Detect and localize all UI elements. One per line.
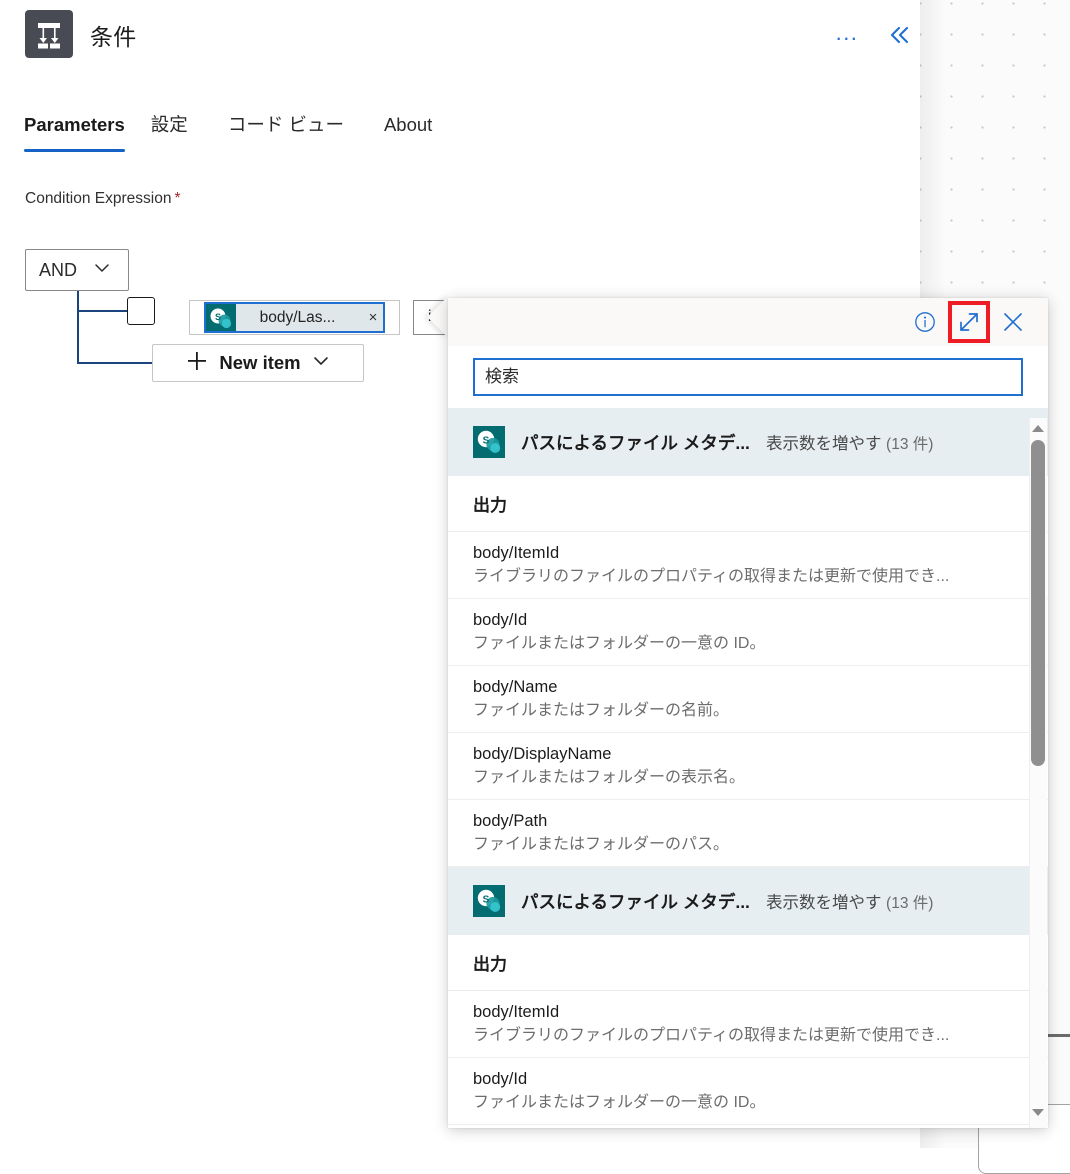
list-item[interactable]: body/DisplayName ファイルまたはフォルダーの表示名。: [448, 733, 1048, 800]
list-item[interactable]: body/Id ファイルまたはフォルダーの一意の ID。: [448, 1058, 1048, 1125]
plus-icon: [186, 350, 208, 377]
list-item-name: body/Id: [473, 611, 528, 629]
tab-code-view[interactable]: コード ビュー: [228, 112, 358, 138]
condition-group-operator-dropdown[interactable]: AND: [25, 249, 129, 291]
group-title: パスによるファイル メタデ...: [521, 432, 750, 453]
tree-line-branch-row: [77, 310, 127, 312]
list-item-name: body/Name: [473, 678, 558, 696]
info-icon[interactable]: [902, 302, 948, 342]
list-item[interactable]: body/ItemId ライブラリのファイルのプロパティの取得または更新で使用で…: [448, 532, 1048, 599]
list-item-description: ファイルまたはフォルダーの一意の ID。: [473, 1094, 766, 1111]
list-item-name: body/DisplayName: [473, 745, 612, 763]
list-item-name: body/Id: [473, 1070, 528, 1088]
list-item-description: ファイルまたはフォルダーのパス。: [473, 836, 730, 853]
sharepoint-icon: S: [206, 304, 236, 331]
group-see-more-label: 表示数を増やす: [765, 894, 882, 912]
group-see-more-link[interactable]: 表示数を増やす (13 件): [766, 889, 933, 913]
tab-settings[interactable]: 設定: [151, 112, 202, 138]
svg-text:S: S: [483, 436, 490, 447]
group-count: (13 件): [886, 895, 934, 912]
list-item-description: ファイルまたはフォルダーの一意の ID。: [473, 635, 766, 652]
group-title: パスによるファイル メタデ...: [521, 891, 750, 912]
list-item[interactable]: body/Name ファイルまたはフォルダーの名前。: [448, 666, 1048, 733]
token-remove-icon[interactable]: ×: [363, 309, 383, 326]
required-marker: *: [174, 190, 181, 207]
collapse-panel-icon[interactable]: [884, 20, 914, 50]
dynamic-content-group-header[interactable]: S パスによるファイル メタデ... 表示数を増やす (13 件): [448, 408, 1048, 476]
group-count: (13 件): [886, 436, 934, 453]
more-options-icon[interactable]: ...: [832, 20, 862, 50]
dynamic-content-group-header[interactable]: S パスによるファイル メタデ... 表示数を増やす (13 件): [448, 867, 1048, 935]
sharepoint-icon: S: [473, 885, 505, 917]
condition-expression-label-text: Condition Expression: [25, 190, 172, 207]
condition-group-operator-value: AND: [39, 259, 78, 280]
group-see-more-link[interactable]: 表示数を増やす (13 件): [766, 430, 933, 454]
tab-parameters[interactable]: Parameters: [24, 112, 125, 152]
list-item[interactable]: body/Id ファイルまたはフォルダーの一意の ID。: [448, 599, 1048, 666]
dynamic-content-callout: S パスによるファイル メタデ... 表示数を増やす (13 件) 出力 bod…: [448, 298, 1048, 1128]
condition-left-operand-field[interactable]: S body/Las... ×: [189, 300, 400, 335]
tree-line-branch-newitem: [77, 362, 153, 364]
list-item-description: ファイルまたはフォルダーの表示名。: [473, 769, 746, 786]
list-item-description: ライブラリのファイルのプロパティの取得または更新で使用でき...: [473, 568, 950, 585]
close-icon[interactable]: [990, 302, 1036, 342]
callout-scrollbar-thumb[interactable]: [1031, 440, 1045, 766]
group-see-more-label: 表示数を増やす: [765, 435, 882, 453]
callout-search-area: [448, 346, 1048, 408]
sharepoint-icon: S: [473, 426, 505, 458]
token-label: body/Las...: [259, 308, 336, 326]
pane-header: 条件 ...: [0, 0, 920, 72]
add-new-item-button[interactable]: New item: [152, 344, 364, 382]
group-section-title: 出力: [448, 476, 1048, 532]
search-input[interactable]: [473, 358, 1023, 396]
list-item-name: body/ItemId: [473, 1003, 560, 1021]
tree-line-vertical: [77, 291, 79, 363]
pane-tabs: Parameters 設定 コード ビュー About: [24, 112, 446, 156]
condition-icon: [25, 10, 73, 58]
tab-about[interactable]: About: [384, 112, 446, 138]
chevron-down-icon: [312, 352, 330, 375]
condition-expression-label: Condition Expression *: [25, 190, 181, 208]
scroll-down-arrow-icon[interactable]: [1029, 1104, 1047, 1121]
list-item[interactable]: body/ItemId ライブラリのファイルのプロパティの取得または更新で使用で…: [448, 991, 1048, 1058]
svg-text:S: S: [215, 312, 221, 322]
svg-text:S: S: [483, 895, 490, 906]
list-item-name: body/ItemId: [473, 544, 560, 562]
list-item-description: ライブラリのファイルのプロパティの取得または更新で使用でき...: [473, 1027, 950, 1044]
callout-header: [448, 298, 1048, 346]
expand-icon[interactable]: [948, 301, 990, 343]
list-item-name: body/Path: [473, 812, 548, 830]
list-item-description: ファイルまたはフォルダーの名前。: [473, 702, 730, 719]
scroll-up-arrow-icon[interactable]: [1029, 420, 1047, 437]
chevron-down-icon: [93, 259, 111, 282]
dynamic-content-list[interactable]: S パスによるファイル メタデ... 表示数を増やす (13 件) 出力 bod…: [448, 408, 1048, 1128]
group-section-title: 出力: [448, 935, 1048, 991]
page-title: 条件: [90, 24, 137, 50]
list-item[interactable]: body/Path ファイルまたはフォルダーのパス。: [448, 800, 1048, 867]
add-new-item-label: New item: [219, 352, 301, 373]
dynamic-content-token[interactable]: S body/Las... ×: [204, 302, 385, 333]
condition-row-checkbox[interactable]: [127, 297, 155, 325]
